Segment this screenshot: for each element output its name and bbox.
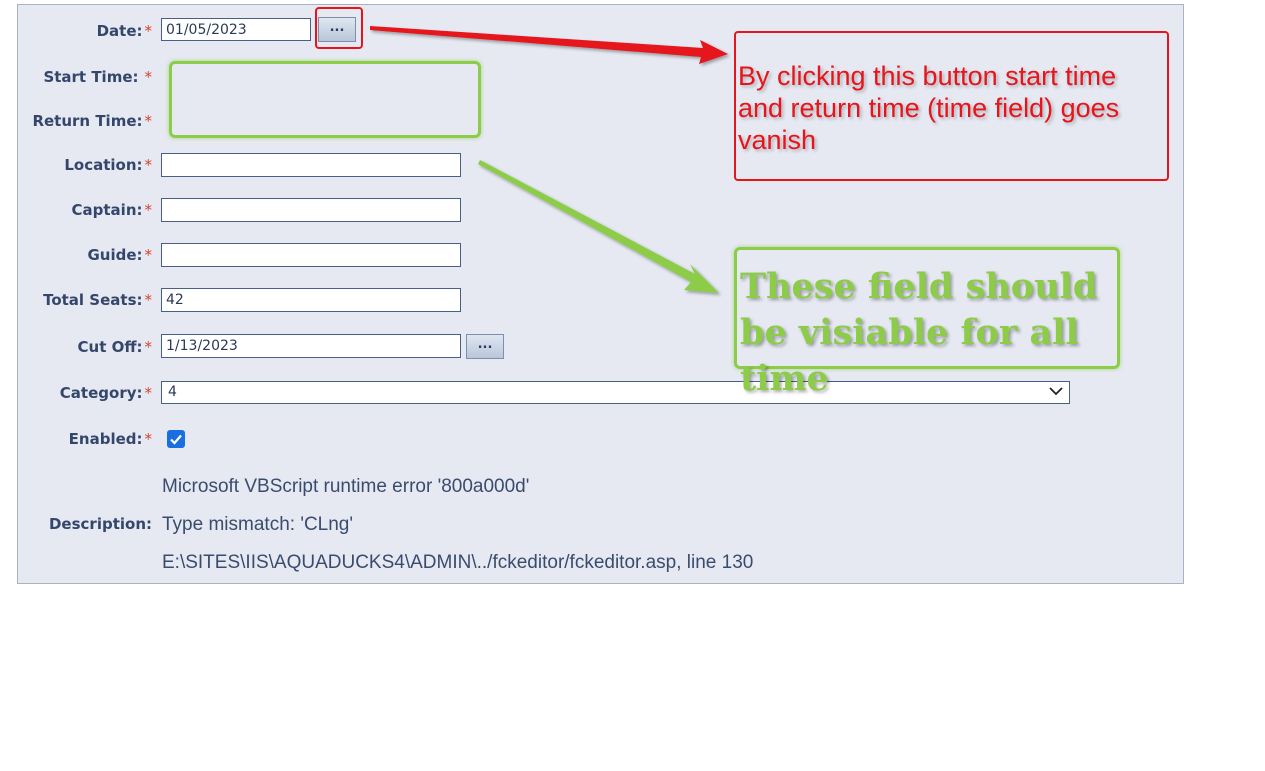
annotation-note-green: These field should be visiable for all t… (740, 266, 1098, 399)
annotation-note-red: By clicking this button start time and r… (738, 61, 1120, 155)
